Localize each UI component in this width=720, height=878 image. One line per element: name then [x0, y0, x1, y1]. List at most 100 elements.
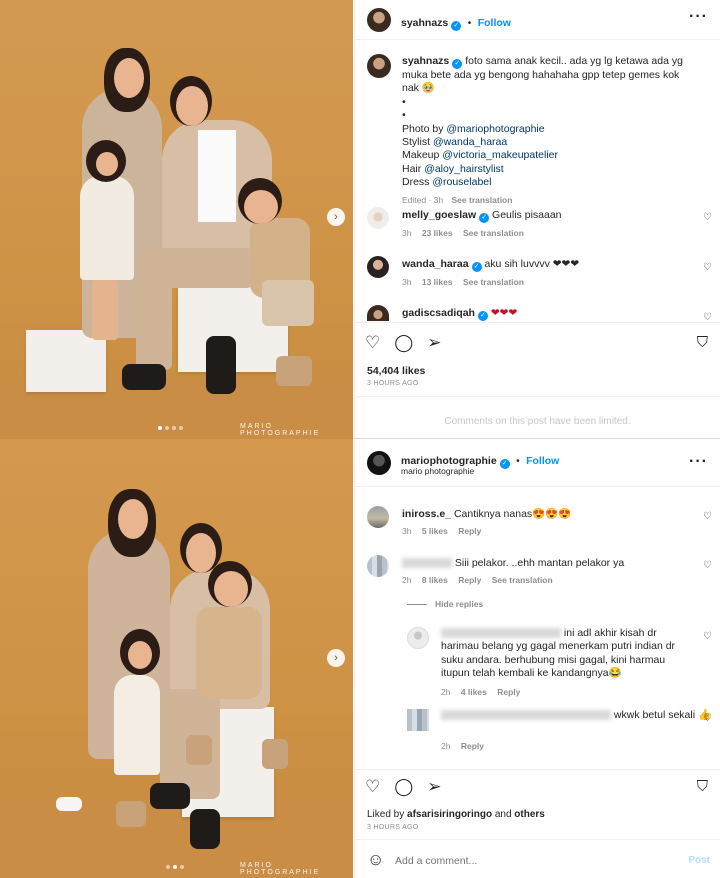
- hide-replies[interactable]: Hide replies: [407, 599, 483, 609]
- blurred-avatar[interactable]: [367, 555, 389, 577]
- credit-handle[interactable]: @aloy_hairstylist: [424, 163, 504, 175]
- comment-text: Geulis pisaaan: [492, 209, 562, 221]
- heart-icon[interactable]: ♡: [703, 212, 712, 223]
- heart-icon[interactable]: ♡: [703, 262, 712, 273]
- comment: Siii pelakor. ..ehh mantan pelakor ya: [402, 557, 624, 570]
- likes-count[interactable]: 54,404 likes: [367, 365, 425, 377]
- credit-label: Stylist: [402, 136, 431, 149]
- avatar[interactable]: [367, 8, 391, 32]
- credit-handle[interactable]: @wanda_haraa: [433, 136, 507, 148]
- comment-icon[interactable]: ◯: [394, 777, 413, 797]
- reply-likes[interactable]: 4 likes: [461, 687, 487, 697]
- comment-username[interactable]: melly_goeslaw: [402, 209, 476, 221]
- heart-icon[interactable]: ♡: [365, 333, 380, 353]
- heart-icon[interactable]: ♡: [703, 631, 712, 642]
- post-photo[interactable]: › MARIO PHOTOGRAPHIE: [0, 439, 353, 878]
- photo-watermark: MARIO PHOTOGRAPHIE: [240, 423, 321, 437]
- header-username[interactable]: syahnazs: [401, 17, 448, 29]
- comments-limited-notice: Comments on this post have been limited.: [444, 416, 631, 427]
- dot-separator: •: [467, 18, 472, 29]
- credit-handle[interactable]: @victoria_makeupatelier: [442, 149, 558, 161]
- share-icon[interactable]: ➢: [427, 777, 441, 797]
- credit-handle[interactable]: @rouselabel: [432, 176, 491, 188]
- comment-avatar[interactable]: [367, 207, 389, 229]
- heart-icon[interactable]: ♡: [703, 511, 712, 522]
- blurred-mention[interactable]: [441, 710, 611, 721]
- action-bar: ♡ ◯ ➢: [365, 777, 442, 797]
- divider: [355, 769, 720, 770]
- verified-icon: ✓: [471, 262, 482, 272]
- comment-time: 3h: [402, 228, 412, 238]
- credit-handle[interactable]: @mariophotographie: [446, 123, 544, 135]
- bookmark-icon[interactable]: ⛉: [697, 334, 708, 351]
- more-icon[interactable]: ···: [689, 453, 708, 471]
- heart-icon[interactable]: ♡: [365, 777, 380, 797]
- reply-avatar[interactable]: [407, 627, 429, 649]
- credit-label: Hair: [402, 162, 422, 175]
- comment-likes[interactable]: 23 likes: [422, 228, 453, 238]
- see-translation-link[interactable]: See translation: [463, 277, 524, 287]
- reply-button[interactable]: Reply: [458, 575, 481, 585]
- more-icon[interactable]: ···: [689, 8, 708, 26]
- comment-avatar[interactable]: [367, 506, 389, 528]
- heart-icon[interactable]: ♡: [703, 560, 712, 571]
- heart-icon[interactable]: ♡: [703, 713, 712, 724]
- comment-icon[interactable]: ◯: [394, 333, 413, 353]
- see-translation-link[interactable]: See translation: [463, 228, 524, 238]
- blurred-mention[interactable]: [441, 628, 561, 639]
- credit-label: Photo by: [402, 122, 444, 135]
- comment-likes[interactable]: 5 likes: [422, 526, 448, 536]
- man-shoe-right: [190, 809, 220, 849]
- see-translation-link[interactable]: See translation: [492, 575, 553, 585]
- share-icon[interactable]: ➢: [427, 333, 441, 353]
- chevron-right-icon[interactable]: ›: [327, 649, 345, 667]
- follow-button[interactable]: Follow: [478, 17, 511, 29]
- comment-avatar[interactable]: [367, 305, 389, 321]
- caption-username[interactable]: syahnazs: [402, 55, 449, 67]
- bookmark-icon[interactable]: ⛉: [697, 778, 708, 795]
- hide-replies-label[interactable]: Hide replies: [435, 599, 483, 609]
- caption-edited-time: Edited · 3h: [402, 194, 444, 205]
- reply-text: ini adl akhir kisah dr: [563, 627, 657, 639]
- post-sidebar: mariophotographie ✓ • Follow mario photog…: [354, 439, 720, 878]
- comment-likes[interactable]: 8 likes: [422, 575, 448, 585]
- photo-watermark: MARIO PHOTOGRAPHIE: [240, 862, 321, 876]
- caption-bullet: •: [402, 95, 406, 108]
- add-comment-input[interactable]: [395, 851, 665, 871]
- divider: [355, 396, 720, 397]
- comment-username[interactable]: wanda_haraa: [402, 258, 469, 270]
- comment: gadiscsadiqah ✓ ❤❤❤: [402, 307, 517, 321]
- chevron-right-icon[interactable]: ›: [327, 208, 345, 226]
- see-translation-link[interactable]: See translation: [452, 195, 513, 205]
- post-photo[interactable]: › MARIO PHOTOGRAPHIE: [0, 0, 353, 439]
- boy-boots-right: [262, 739, 288, 769]
- comment-username[interactable]: iniross.e_: [402, 508, 451, 520]
- comment-username[interactable]: gadiscsadiqah: [402, 307, 475, 319]
- boy-face: [214, 571, 248, 607]
- comment-time: 2h: [402, 575, 412, 585]
- comment-avatar[interactable]: [367, 256, 389, 278]
- liked-by-others[interactable]: others: [514, 809, 545, 820]
- divider: [355, 839, 720, 840]
- emoji-icon[interactable]: ☺: [367, 850, 384, 870]
- reply-button[interactable]: Reply: [461, 741, 484, 751]
- blurred-username[interactable]: [402, 558, 452, 569]
- avatar[interactable]: [367, 451, 391, 475]
- boy-figure: [196, 607, 262, 699]
- comment-time: 3h: [402, 526, 412, 536]
- woman-sandal: [56, 797, 82, 811]
- reply-button[interactable]: Reply: [497, 687, 520, 697]
- reply-time: 2h: [441, 741, 451, 751]
- carousel-dots: [158, 426, 183, 430]
- blurred-avatar[interactable]: [407, 709, 429, 731]
- follow-button[interactable]: Follow: [526, 455, 559, 467]
- liked-by-user[interactable]: afsarisiringoringo: [407, 809, 492, 820]
- caption-avatar[interactable]: [367, 54, 391, 78]
- boy-shorts: [262, 280, 314, 326]
- comment-likes[interactable]: 13 likes: [422, 277, 453, 287]
- reply-text: wkwk betul sekali 👍: [613, 709, 712, 721]
- reply-time: 2h: [441, 687, 451, 697]
- reply-button[interactable]: Reply: [458, 526, 481, 536]
- post-button[interactable]: Post: [688, 855, 710, 866]
- post-header: syahnazs ✓ • Follow ···: [355, 0, 720, 40]
